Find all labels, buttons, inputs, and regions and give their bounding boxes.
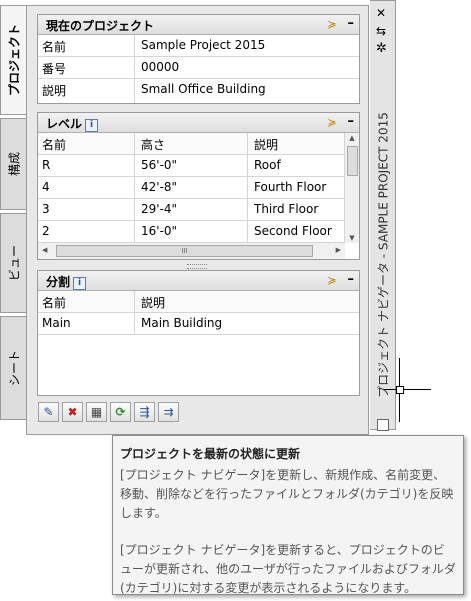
levels-section: レベル i ≽ – 名前 高さ 説明 R 56'-0" Roof 4 42'-8"… [37, 112, 360, 260]
pin-icon[interactable]: ⇆ [376, 24, 386, 38]
section-splitter[interactable] [187, 264, 207, 269]
property-row: 番号 00000 [38, 57, 359, 79]
current-project-header: 現在のプロジェクト ≽ – [38, 15, 359, 35]
project-navigator-panel: 現在のプロジェクト ≽ – 名前 Sample Project 2015 番号 … [26, 5, 369, 435]
horizontal-scrollbar[interactable]: ◀ III ▶ [38, 242, 345, 259]
level-description: Third Floor [254, 202, 319, 216]
minimize-icon[interactable]: – [348, 272, 355, 287]
reposition-button[interactable]: ⇉ [158, 402, 179, 422]
tooltip-title: プロジェクトを最新の状態に更新 [120, 447, 301, 461]
divisions-title-text: 分割 [46, 275, 71, 289]
level-description: Roof [254, 158, 281, 172]
close-icon[interactable]: ✕ [376, 6, 386, 20]
table-row[interactable]: 3 29'-4" Third Floor [38, 199, 345, 221]
column-header-name[interactable]: 名前 [42, 136, 66, 153]
refresh-project-button[interactable]: ⟳ [110, 402, 131, 422]
tab-constructs-label: 構成 [7, 151, 21, 177]
cursor-pickbox [396, 386, 404, 394]
scroll-down-icon[interactable]: ▼ [345, 234, 359, 242]
table-row[interactable]: Main Main Building [38, 313, 359, 335]
property-label: 説明 [42, 84, 67, 98]
project-browser-button[interactable]: ▦ [86, 402, 107, 422]
info-icon[interactable]: i [73, 277, 87, 290]
levels-title-text: レベル [46, 117, 83, 131]
divisions-section: 分割 i ≽ – 名前 説明 Main Main Building [37, 270, 360, 396]
current-project-title: 現在のプロジェクト [46, 19, 155, 33]
divisions-title: 分割 i [46, 273, 87, 290]
column-header-name[interactable]: 名前 [42, 294, 66, 311]
level-height: 16'-0" [141, 224, 178, 238]
horizontal-scroll-thumb[interactable]: III [56, 245, 313, 257]
current-project-section: 現在のプロジェクト ≽ – 名前 Sample Project 2015 番号 … [37, 14, 360, 104]
divisions-column-header: 名前 説明 [38, 291, 359, 313]
property-row: 名前 Sample Project 2015 [38, 35, 359, 57]
settings-icon[interactable]: ≽ [325, 116, 339, 129]
property-label: 名前 [42, 40, 67, 54]
level-height: 56'-0" [141, 158, 178, 172]
property-value[interactable]: 00000 [141, 60, 179, 74]
division-description: Main Building [141, 316, 223, 330]
scroll-left-icon[interactable]: ◀ [42, 246, 47, 254]
tab-sheets[interactable]: シート [0, 316, 26, 420]
level-height: 42'-8" [141, 180, 178, 194]
settings-icon[interactable]: ≽ [325, 18, 339, 31]
levels-header: レベル i ≽ – [38, 113, 359, 133]
cursor-crosshair-horizontal [384, 389, 431, 390]
vertical-scroll-thumb[interactable] [347, 146, 358, 176]
tooltip-description: [プロジェクト ナビゲータ]を更新し、新規作成、名前変更、移動、削除などを行った… [120, 468, 454, 520]
tab-project[interactable]: プロジェクト [0, 5, 26, 115]
tab-sheets-label: シート [7, 349, 21, 387]
scroll-up-icon[interactable]: ▲ [345, 134, 359, 142]
edit-project-button[interactable]: ✎ [38, 402, 59, 422]
close-project-button[interactable]: ✖ [62, 402, 83, 422]
property-row: 説明 Small Office Building [38, 79, 359, 101]
levels-column-header: 名前 高さ 説明 [38, 133, 345, 155]
palette-title: プロジェクト ナビゲータ - SAMPLE PROJECT 2015 [376, 112, 391, 398]
table-row[interactable]: 4 42'-8" Fourth Floor [38, 177, 345, 199]
level-description: Second Floor [254, 224, 332, 238]
minimize-icon[interactable]: – [348, 114, 355, 129]
settings-icon[interactable]: ≽ [325, 274, 339, 287]
resize-icon[interactable] [377, 419, 389, 431]
divisions-header: 分割 i ≽ – [38, 271, 359, 291]
column-header-height[interactable]: 高さ [141, 136, 165, 153]
vertical-scrollbar[interactable]: ▲ ▼ [344, 133, 359, 243]
column-header-description[interactable]: 説明 [254, 136, 278, 153]
levels-title: レベル i [46, 115, 99, 132]
property-value[interactable]: Sample Project 2015 [141, 38, 265, 52]
minimize-icon[interactable]: – [348, 16, 355, 31]
synchronize-button[interactable]: ⇶ [134, 402, 155, 422]
tooltip-detail: [プロジェクト ナビゲータ]を更新すると、プロジェクトのビューが更新され、他のユ… [120, 543, 456, 595]
property-label: 番号 [42, 62, 67, 76]
level-name: 4 [42, 180, 50, 194]
tab-views-label: ビュー [7, 244, 21, 282]
table-row[interactable]: R 56'-0" Roof [38, 155, 345, 177]
column-header-description[interactable]: 説明 [141, 294, 165, 311]
level-name: 2 [42, 224, 50, 238]
property-value[interactable]: Small Office Building [141, 82, 266, 96]
refresh-tooltip: プロジェクトを最新の状態に更新 [プロジェクト ナビゲータ]を更新し、新規作成、… [112, 435, 464, 595]
level-name: R [42, 158, 51, 172]
tab-constructs[interactable]: 構成 [0, 118, 26, 210]
table-row[interactable]: 2 16'-0" Second Floor [38, 221, 345, 243]
tab-views[interactable]: ビュー [0, 213, 26, 313]
level-height: 29'-4" [141, 202, 178, 216]
scroll-right-icon[interactable]: ▶ [336, 246, 341, 254]
division-name: Main [42, 316, 71, 330]
level-description: Fourth Floor [254, 180, 327, 194]
info-icon[interactable]: i [85, 119, 99, 132]
properties-icon[interactable]: ✲ [376, 41, 387, 56]
tab-project-label: プロジェクト [7, 23, 21, 97]
level-name: 3 [42, 202, 50, 216]
